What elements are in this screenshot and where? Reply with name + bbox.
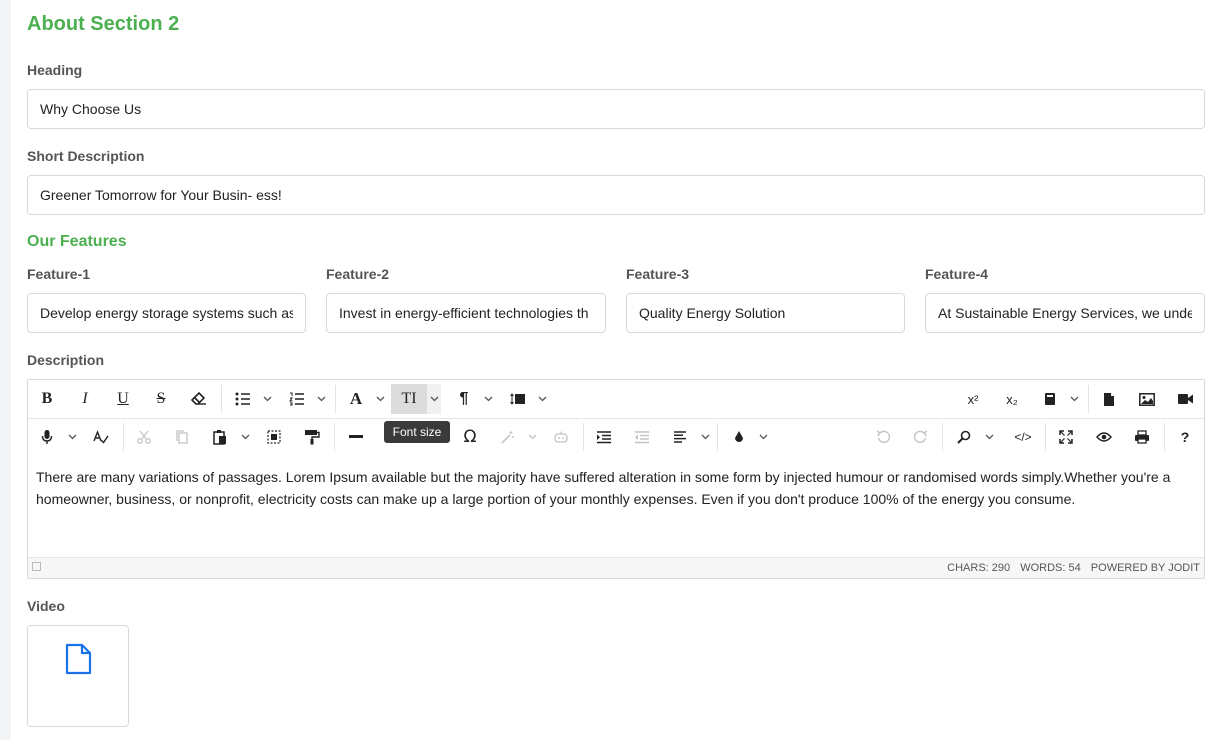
short-description-input[interactable] xyxy=(27,175,1205,215)
feature-1-label: Feature-1 xyxy=(27,266,91,282)
superscript-button[interactable]: x² xyxy=(958,384,988,414)
chevron-down-icon[interactable] xyxy=(373,384,387,414)
line-height-icon[interactable] xyxy=(503,384,533,414)
print-icon[interactable] xyxy=(1127,422,1157,452)
chevron-down-icon[interactable] xyxy=(525,422,539,452)
editor-content[interactable]: There are many variations of passages. L… xyxy=(28,457,1204,559)
unordered-list-icon[interactable] xyxy=(228,384,258,414)
paragraph-button[interactable]: ¶ xyxy=(449,384,479,414)
strikethrough-button[interactable]: S xyxy=(146,384,176,414)
char-count: CHARS: 290 xyxy=(947,562,1011,574)
fullscreen-icon[interactable] xyxy=(1051,422,1081,452)
format-painter-icon[interactable] xyxy=(297,422,327,452)
rich-text-editor: B I U S A TI ¶ x² x₂ Ω </> ? There are m… xyxy=(27,379,1205,579)
bold-button[interactable]: B xyxy=(32,384,62,414)
ai-assistant-icon[interactable] xyxy=(546,422,576,452)
chevron-down-icon[interactable] xyxy=(982,422,996,452)
editor-statusbar: CHARS: 290 WORDS: 54 POWERED BY JODIT xyxy=(28,557,1204,578)
search-icon[interactable] xyxy=(949,422,979,452)
paste-icon[interactable] xyxy=(205,422,235,452)
chevron-down-icon[interactable] xyxy=(314,384,328,414)
redo-icon[interactable] xyxy=(906,422,936,452)
color-drop-icon[interactable] xyxy=(724,422,754,452)
cut-icon[interactable] xyxy=(129,422,159,452)
horizontal-line-icon[interactable] xyxy=(341,422,371,452)
video-label: Video xyxy=(27,598,65,614)
font-size-button[interactable]: TI xyxy=(391,384,427,414)
editor-toolbar-row-1: B I U S A TI ¶ x² x₂ xyxy=(28,380,1204,419)
chevron-down-icon[interactable] xyxy=(65,422,79,452)
font-family-button[interactable]: A xyxy=(341,384,371,414)
italic-button[interactable]: I xyxy=(70,384,100,414)
feature-2-label: Feature-2 xyxy=(326,266,390,282)
chevron-down-icon[interactable] xyxy=(1067,384,1081,414)
select-all-icon[interactable] xyxy=(259,422,289,452)
font-size-tooltip: Font size xyxy=(384,421,450,443)
short-description-label: Short Description xyxy=(27,148,145,164)
feature-3-label: Feature-3 xyxy=(626,266,690,282)
editor-toolbar-row-2: Ω </> ? xyxy=(28,418,1204,456)
spellcheck-icon[interactable] xyxy=(86,422,116,452)
feature-2-input[interactable] xyxy=(326,293,606,333)
indent-icon[interactable] xyxy=(589,422,619,452)
video-camera-icon[interactable] xyxy=(1170,384,1200,414)
preview-eye-icon[interactable] xyxy=(1089,422,1119,452)
features-title: Our Features xyxy=(27,233,127,250)
feature-4-input[interactable] xyxy=(925,293,1205,333)
left-sidebar-strip xyxy=(0,0,11,740)
help-button[interactable]: ? xyxy=(1170,422,1200,452)
chevron-down-icon[interactable] xyxy=(260,384,274,414)
heading-input[interactable] xyxy=(27,89,1205,129)
description-label: Description xyxy=(27,352,105,368)
section-title: About Section 2 xyxy=(27,13,180,35)
special-characters-button[interactable]: Ω xyxy=(455,422,485,452)
book-icon[interactable] xyxy=(1035,384,1065,414)
underline-button[interactable]: U xyxy=(108,384,138,414)
feature-1-input[interactable] xyxy=(27,293,306,333)
copy-icon[interactable] xyxy=(167,422,197,452)
resize-handle-icon[interactable] xyxy=(32,562,41,571)
outdent-icon[interactable] xyxy=(627,422,657,452)
feature-4-label: Feature-4 xyxy=(925,266,989,282)
microphone-icon[interactable] xyxy=(32,422,62,452)
heading-label: Heading xyxy=(27,62,83,78)
word-count: WORDS: 54 xyxy=(1020,562,1081,574)
undo-icon[interactable] xyxy=(868,422,898,452)
video-upload-box[interactable] xyxy=(27,625,129,727)
subscript-button[interactable]: x₂ xyxy=(997,384,1027,414)
file-icon[interactable] xyxy=(1094,384,1124,414)
source-code-button[interactable]: </> xyxy=(1008,422,1038,452)
align-left-icon[interactable] xyxy=(665,422,695,452)
feature-3-input[interactable] xyxy=(626,293,905,333)
powered-by-link[interactable]: POWERED BY JODIT xyxy=(1091,562,1200,574)
image-icon[interactable] xyxy=(1132,384,1162,414)
file-icon xyxy=(65,643,92,675)
chevron-down-icon[interactable] xyxy=(756,422,770,452)
ordered-list-icon[interactable] xyxy=(282,384,312,414)
chevron-down-icon[interactable] xyxy=(481,384,495,414)
chevron-down-icon[interactable] xyxy=(698,422,712,452)
magic-wand-icon[interactable] xyxy=(493,422,523,452)
chevron-down-icon[interactable] xyxy=(535,384,549,414)
chevron-down-icon[interactable] xyxy=(238,422,252,452)
eraser-icon[interactable] xyxy=(184,384,214,414)
chevron-down-icon[interactable] xyxy=(427,384,441,414)
